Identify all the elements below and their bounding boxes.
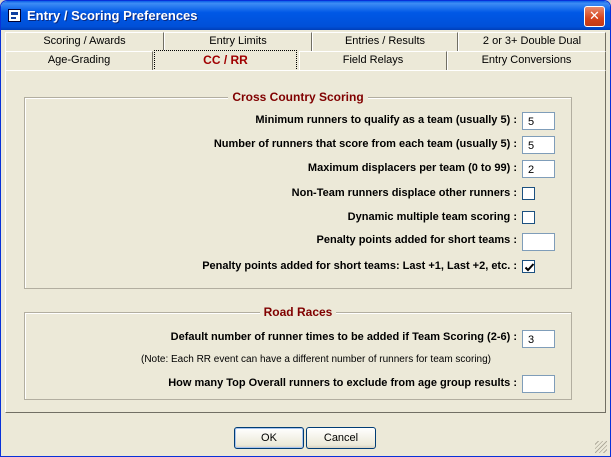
tab-entry-limits[interactable]: Entry Limits [164, 32, 312, 51]
window-title: Entry / Scoring Preferences [27, 8, 198, 23]
dynamic-team-scoring-label: Dynamic multiple team scoring : [347, 211, 517, 223]
tab-scoring-awards[interactable]: Scoring / Awards [5, 32, 164, 51]
max-displacers-label: Maximum displacers per team (0 to 99) : [307, 162, 517, 174]
default-times-label: Default number of runner times to be add… [170, 331, 517, 343]
road-races-group: Road Races Default number of runner time… [24, 305, 572, 400]
cross-country-title: Cross Country Scoring [25, 90, 571, 104]
penalty-last-checkbox[interactable] [522, 260, 535, 273]
tab-field-relays[interactable]: Field Relays [299, 51, 447, 70]
resize-grip[interactable] [595, 441, 607, 453]
non-team-displace-label: Non-Team runners displace other runners … [291, 187, 517, 199]
scoring-runners-input[interactable]: 5 [522, 136, 555, 154]
close-button[interactable]: ✕ [584, 6, 605, 27]
exclude-top-input[interactable] [522, 375, 555, 393]
tab-page-cc-rr: Cross Country Scoring Minimum runners to… [5, 70, 606, 413]
penalty-points-label: Penalty points added for short teams : [316, 234, 517, 246]
checkmark-icon [524, 263, 535, 272]
preferences-window: Entry / Scoring Preferences ✕ Scoring / … [0, 0, 611, 457]
min-runners-label: Minimum runners to qualify as a team (us… [255, 114, 517, 126]
scoring-runners-label: Number of runners that score from each t… [213, 138, 517, 150]
max-displacers-input[interactable]: 2 [522, 160, 555, 178]
min-runners-input[interactable]: 5 [522, 112, 555, 130]
tab-entry-conversions[interactable]: Entry Conversions [447, 51, 606, 70]
ok-button[interactable]: OK [234, 427, 304, 449]
default-times-input[interactable]: 3 [522, 330, 555, 348]
cancel-button[interactable]: Cancel [306, 427, 376, 449]
tab-double-dual[interactable]: 2 or 3+ Double Dual [458, 32, 606, 51]
exclude-top-label: How many Top Overall runners to exclude … [168, 377, 517, 389]
tab-strip: Scoring / Awards Entry Limits Entries / … [1, 30, 610, 71]
title-bar: Entry / Scoring Preferences ✕ [1, 1, 610, 30]
cross-country-group: Cross Country Scoring Minimum runners to… [24, 90, 572, 289]
tab-age-grading[interactable]: Age-Grading [5, 51, 153, 70]
app-icon [8, 9, 21, 22]
non-team-displace-checkbox[interactable] [522, 187, 535, 200]
tab-entries-results[interactable]: Entries / Results [312, 32, 458, 51]
road-races-note: (Note: Each RR event can have a differen… [141, 354, 491, 365]
tab-cc-rr[interactable]: CC / RR [154, 50, 297, 71]
dynamic-team-scoring-checkbox[interactable] [522, 211, 535, 224]
road-races-title: Road Races [25, 305, 571, 319]
penalty-last-label: Penalty points added for short teams: La… [202, 260, 517, 272]
penalty-points-input[interactable] [522, 233, 555, 251]
